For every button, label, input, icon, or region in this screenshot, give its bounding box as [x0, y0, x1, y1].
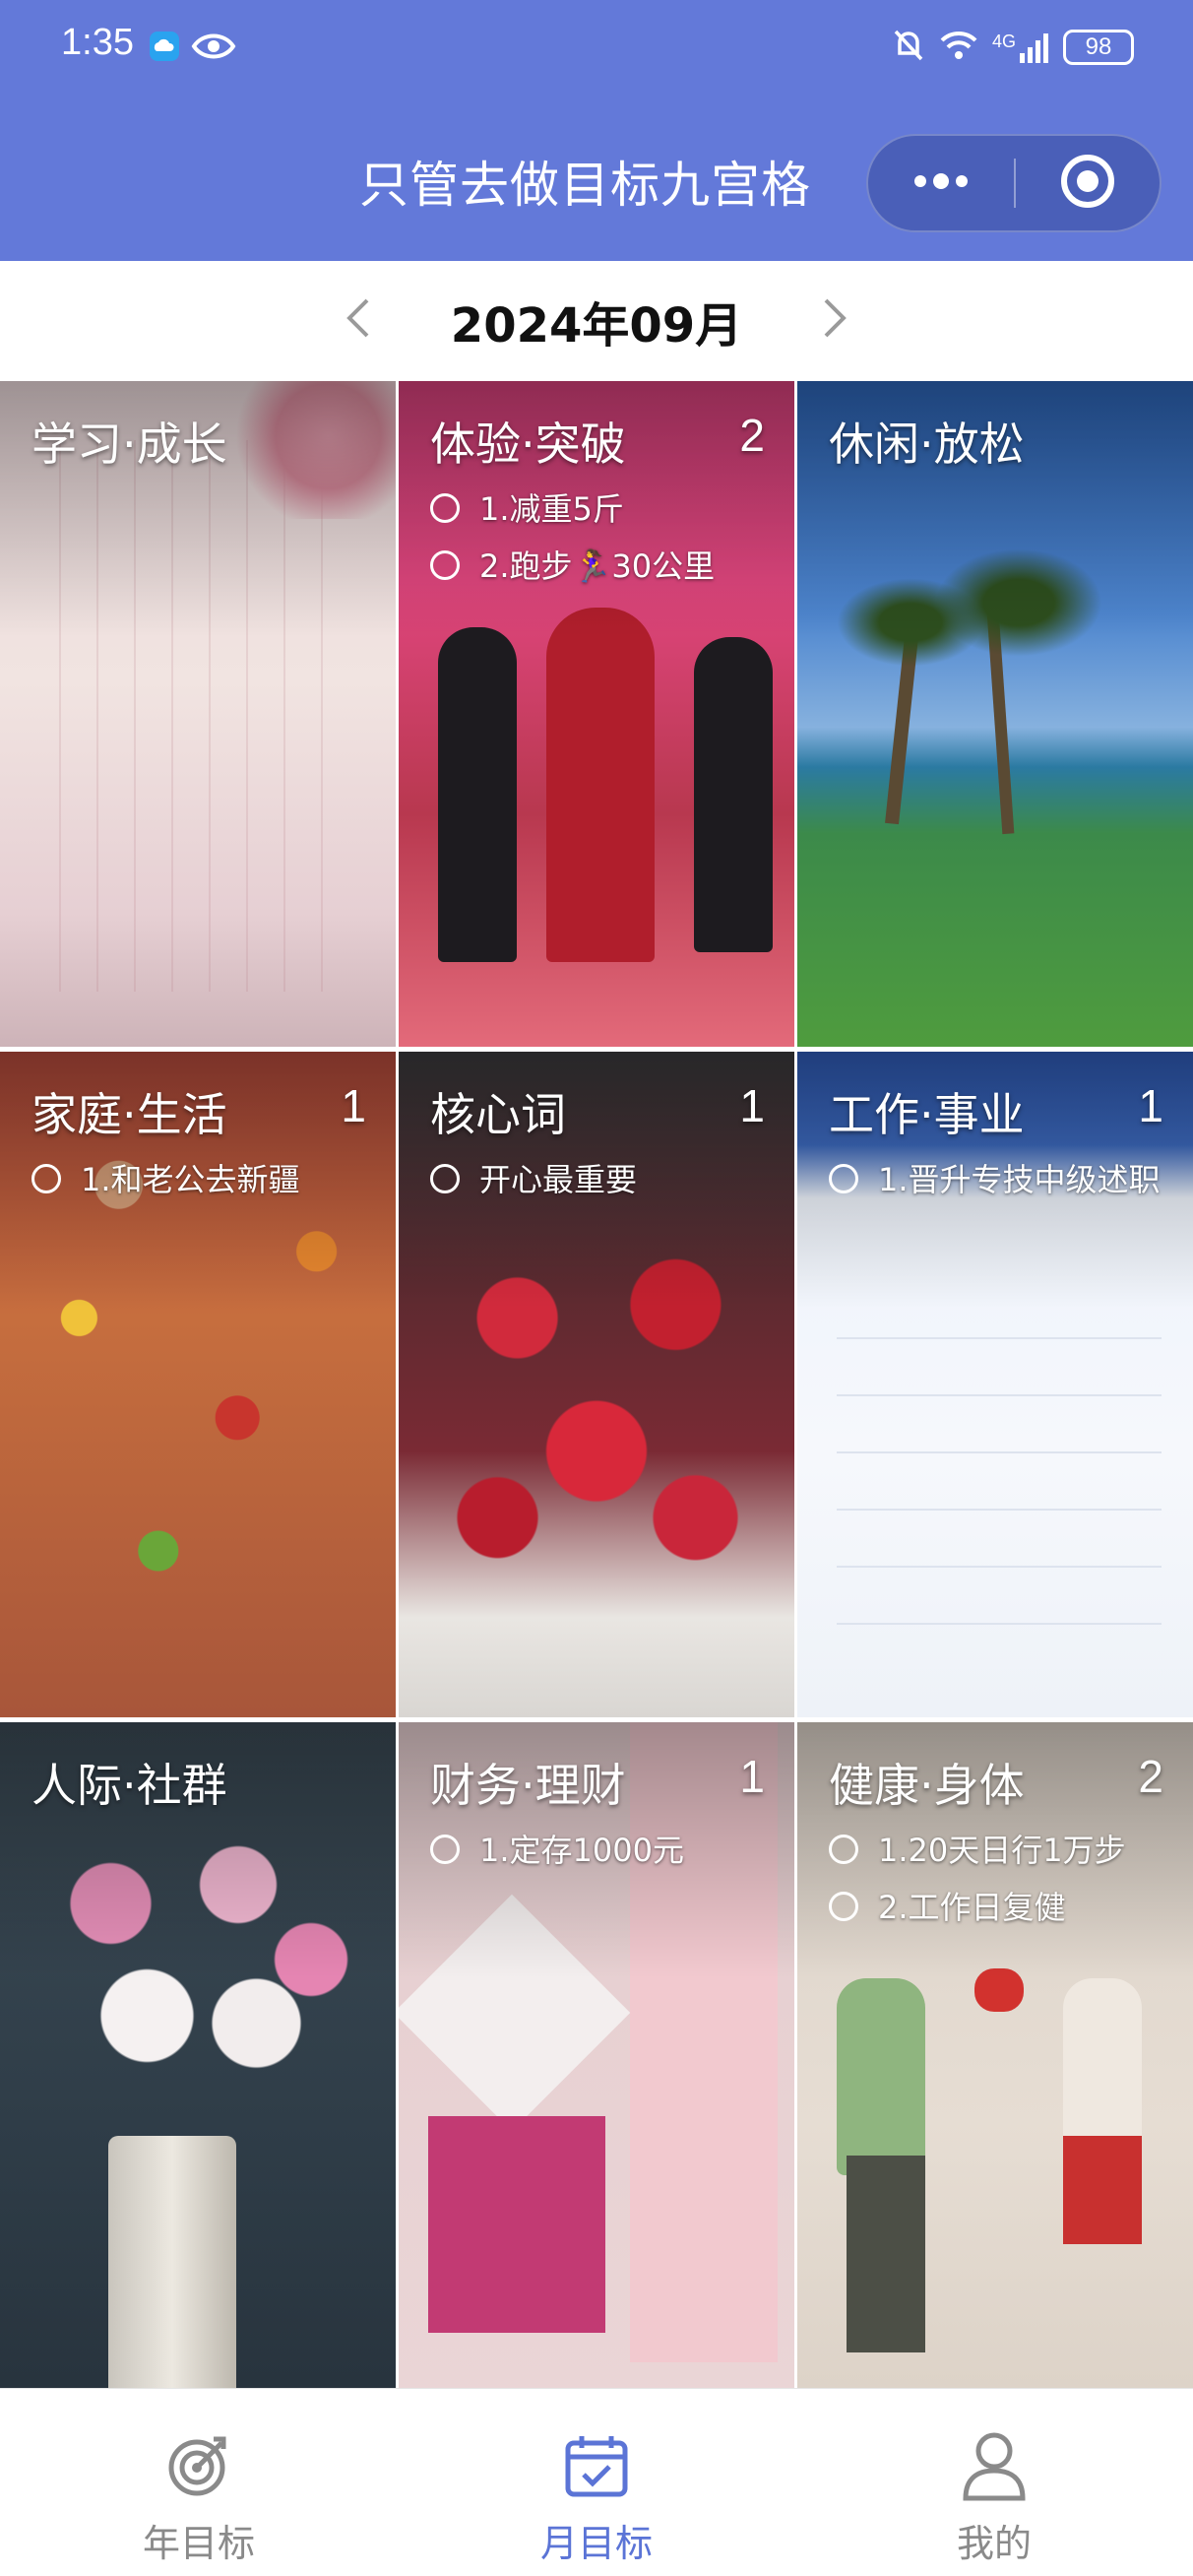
- checkbox-icon[interactable]: [829, 1835, 858, 1864]
- goal-item[interactable]: 2.跑步🏃‍♀️30公里: [430, 547, 775, 586]
- signal-icon: 4G: [992, 32, 1049, 63]
- eye-icon: [191, 30, 236, 67]
- user-icon: [955, 2426, 1034, 2505]
- goal-item[interactable]: 1.减重5斤: [430, 489, 775, 529]
- goal-count: 1: [341, 1080, 366, 1131]
- cell-title: 休闲·放松: [829, 418, 1025, 471]
- goal-list: 1.晋升专技中级述职: [829, 1160, 1173, 1217]
- close-miniprogram-button[interactable]: [1016, 136, 1160, 230]
- grid-cell-health-body[interactable]: 健康·身体 2 1.20天日行1万步 2.工作日复健: [797, 1722, 1193, 2388]
- goal-list: 1.20天日行1万步 2.工作日复健: [829, 1831, 1173, 1945]
- grid-cell-finance[interactable]: 财务·理财 1 1.定存1000元: [399, 1722, 794, 2388]
- tab-month-goals[interactable]: 月目标: [398, 2389, 795, 2576]
- cell-title: 财务·理财: [430, 1759, 626, 1812]
- grid-cell-core-word[interactable]: 核心词 1 开心最重要: [399, 1052, 794, 1717]
- tab-label: 月目标: [539, 2522, 653, 2565]
- goal-list: 开心最重要: [430, 1160, 775, 1217]
- grid-cell-leisure-relax[interactable]: 休闲·放松: [797, 381, 1193, 1047]
- month-navigation: 2024年09月: [0, 261, 1193, 379]
- cell-title: 健康·身体: [829, 1759, 1025, 1812]
- checkbox-icon[interactable]: [430, 493, 460, 523]
- tab-year-goals[interactable]: 年目标: [0, 2389, 398, 2576]
- goal-list: 1.和老公去新疆: [31, 1160, 376, 1217]
- target-dart-icon: [159, 2426, 238, 2505]
- calendar-check-icon: [557, 2426, 636, 2505]
- tab-label: 我的: [956, 2522, 1032, 2565]
- grid-cell-study-growth[interactable]: 学习·成长: [0, 381, 396, 1047]
- goal-item[interactable]: 1.定存1000元: [430, 1831, 775, 1870]
- checkbox-icon[interactable]: [430, 550, 460, 580]
- goal-count: 1: [739, 1080, 765, 1131]
- cloud-icon: [148, 30, 181, 67]
- mute-icon: [892, 28, 925, 67]
- grid-cell-family-life[interactable]: 家庭·生活 1 1.和老公去新疆: [0, 1052, 396, 1717]
- cell-title: 核心词: [430, 1088, 566, 1141]
- goal-item[interactable]: 1.20天日行1万步: [829, 1831, 1173, 1870]
- cell-title: 人际·社群: [31, 1759, 227, 1812]
- goal-count: 1: [739, 1751, 765, 1802]
- wifi-icon: [939, 29, 978, 66]
- app-header: 1:35 4G 98 只管去做目标九宫格: [0, 0, 1193, 261]
- grid-cell-social-community[interactable]: 人际·社群: [0, 1722, 396, 2388]
- checkbox-icon[interactable]: [31, 1164, 61, 1193]
- cell-title: 家庭·生活: [31, 1088, 227, 1141]
- goal-count: 2: [739, 410, 765, 461]
- tab-me[interactable]: 我的: [795, 2389, 1193, 2576]
- tab-label: 年目标: [142, 2522, 255, 2565]
- goal-list: 1.定存1000元: [430, 1831, 775, 1888]
- mini-program-capsule: [866, 134, 1162, 232]
- month-label: 2024年09月: [450, 298, 743, 354]
- chevron-right-icon: [820, 296, 849, 344]
- more-icon: [907, 171, 975, 195]
- next-month-button[interactable]: [805, 290, 864, 350]
- goal-grid: 学习·成长 体验·突破 2 1.减重5斤 2.跑步🏃‍♀️30公里 休闲·放松 …: [0, 381, 1193, 2388]
- grid-cell-experience-breakthrough[interactable]: 体验·突破 2 1.减重5斤 2.跑步🏃‍♀️30公里: [399, 381, 794, 1047]
- battery-icon: 98: [1063, 30, 1134, 65]
- goal-item[interactable]: 2.工作日复健: [829, 1888, 1173, 1927]
- checkbox-icon[interactable]: [430, 1164, 460, 1193]
- checkbox-icon[interactable]: [430, 1835, 460, 1864]
- goal-list: 1.减重5斤 2.跑步🏃‍♀️30公里: [430, 489, 775, 604]
- cell-title: 工作·事业: [829, 1088, 1025, 1141]
- goal-count: 2: [1138, 1751, 1163, 1802]
- goal-count: 1: [1138, 1080, 1163, 1131]
- checkbox-icon[interactable]: [829, 1892, 858, 1921]
- goal-item[interactable]: 开心最重要: [430, 1160, 775, 1199]
- checkbox-icon[interactable]: [829, 1164, 858, 1193]
- goal-item[interactable]: 1.晋升专技中级述职: [829, 1160, 1173, 1199]
- page-title: 只管去做目标九宫格: [359, 157, 811, 214]
- grid-cell-work-career[interactable]: 工作·事业 1 1.晋升专技中级述职: [797, 1052, 1193, 1717]
- more-button[interactable]: [868, 136, 1014, 230]
- cell-title: 学习·成长: [31, 418, 227, 471]
- cell-title: 体验·突破: [430, 418, 626, 471]
- status-time: 1:35: [61, 22, 134, 63]
- target-icon: [1058, 152, 1117, 215]
- status-bar: 1:35 4G 98: [0, 0, 1193, 98]
- bottom-tab-bar: 年目标 月目标 我的: [0, 2388, 1193, 2576]
- goal-item[interactable]: 1.和老公去新疆: [31, 1160, 376, 1199]
